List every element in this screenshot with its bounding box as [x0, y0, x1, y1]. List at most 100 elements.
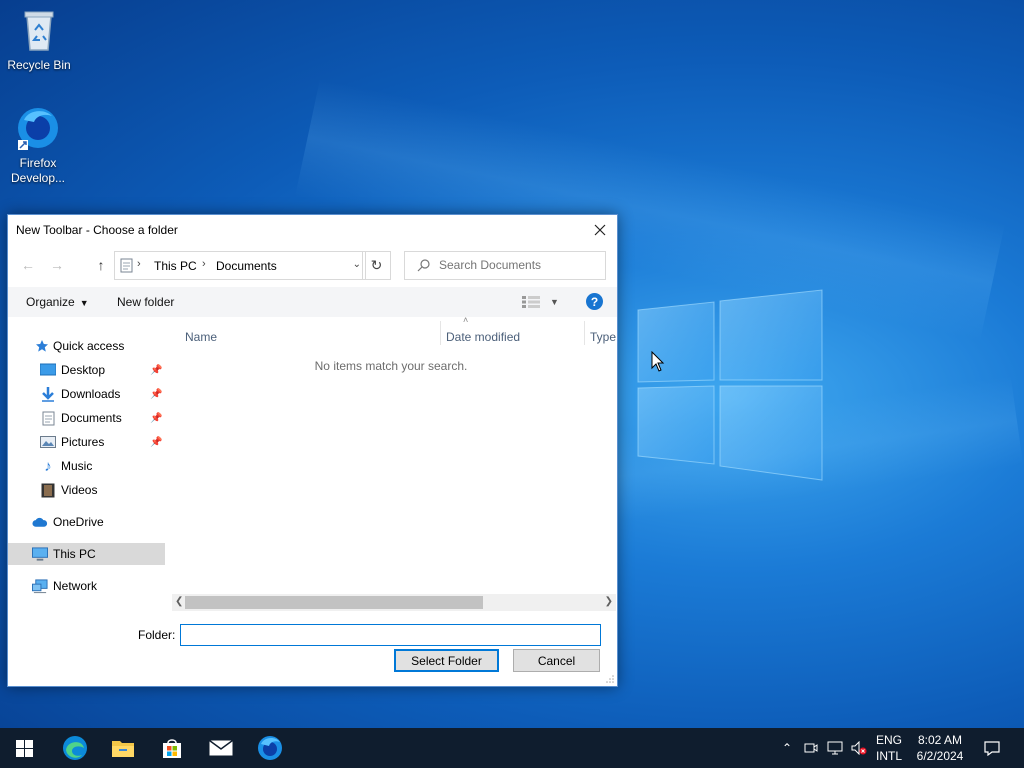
documents-icon — [120, 258, 133, 276]
sidebar-item-music[interactable]: ♪ Music — [8, 455, 165, 477]
refresh-button[interactable]: ↻ — [362, 251, 391, 280]
column-divider[interactable] — [440, 321, 441, 345]
sidebar-item-network[interactable]: Network — [8, 575, 165, 597]
desktop-icon-label: Firefox Develop... — [10, 156, 66, 185]
action-center-button[interactable] — [977, 728, 1007, 768]
column-divider[interactable] — [584, 321, 585, 345]
tray-meet-now-button[interactable] — [801, 728, 821, 768]
column-header-date-modified[interactable]: Date modified — [446, 330, 520, 354]
taskbar-file-explorer-button[interactable] — [99, 728, 147, 768]
column-header-name[interactable]: Name — [185, 330, 217, 354]
desktop-icon-recycle-bin[interactable]: Recycle Bin — [1, 6, 77, 73]
notification-icon — [984, 740, 1000, 756]
tray-volume-button[interactable] — [849, 728, 869, 768]
search-box[interactable] — [404, 251, 606, 280]
resize-grip-icon[interactable] — [605, 674, 615, 684]
chevron-down-icon[interactable]: ⌄ — [353, 259, 361, 270]
windows-start-icon — [15, 739, 33, 757]
view-options-button[interactable]: ▼ — [522, 293, 566, 311]
sort-ascending-icon: ˄ — [463, 315, 469, 325]
desktop-icon-firefox-developer[interactable]: Firefox Develop... — [0, 104, 76, 186]
cancel-button[interactable]: Cancel — [513, 649, 600, 672]
file-explorer-icon — [112, 741, 134, 757]
organize-label: Organize — [26, 295, 75, 309]
choose-folder-dialog: New Toolbar - Choose a folder ← → ↑ › Th… — [7, 214, 618, 687]
desktop-icon-label: Recycle Bin — [7, 58, 71, 72]
search-icon — [417, 259, 430, 275]
computer-icon — [32, 546, 48, 562]
mail-envelope-icon — [209, 740, 233, 756]
star-icon — [34, 338, 50, 354]
show-hidden-icons-button[interactable]: ⌃ — [777, 728, 797, 768]
tray-input-language-button[interactable]: ENG INTL — [871, 728, 907, 768]
select-folder-button[interactable]: Select Folder — [394, 649, 499, 672]
caret-down-icon: ▼ — [79, 298, 89, 308]
scroll-left-icon[interactable]: ❮ — [175, 596, 183, 607]
sidebar-item-quick-access[interactable]: Quick access — [8, 335, 165, 357]
sidebar-item-documents[interactable]: Documents 📌 — [8, 407, 165, 429]
dialog-titlebar[interactable]: New Toolbar - Choose a folder — [8, 215, 617, 245]
scrollbar-thumb[interactable] — [185, 596, 483, 609]
address-crumb-documents[interactable]: Documents — [216, 259, 277, 273]
tray-clock-button[interactable]: 8:02 AM 6/2/2024 — [911, 728, 969, 768]
forward-button[interactable]: → — [46, 255, 68, 275]
sidebar-item-label: Videos — [61, 483, 98, 497]
videos-icon — [40, 482, 56, 498]
address-crumb-this-pc[interactable]: This PC — [154, 259, 197, 273]
horizontal-scrollbar[interactable]: ❮ ❯ — [172, 594, 616, 611]
caret-down-icon: ▼ — [550, 297, 559, 307]
windows-logo-wallpaper — [637, 289, 823, 481]
cloud-icon — [32, 514, 48, 530]
taskbar-firefox-developer-button[interactable] — [246, 728, 294, 768]
search-input[interactable] — [439, 258, 599, 272]
keyboard-layout-label: INTL — [875, 749, 902, 763]
file-list: ˄ Name Date modified Type No items match… — [165, 315, 617, 603]
scroll-right-icon[interactable]: ❯ — [605, 596, 613, 607]
sidebar-item-onedrive[interactable]: OneDrive — [8, 511, 165, 533]
network-status-icon — [827, 741, 843, 755]
sidebar-item-label: Documents — [61, 411, 122, 425]
sidebar-item-this-pc[interactable]: This PC — [8, 543, 165, 565]
new-folder-button[interactable]: New folder — [117, 295, 174, 309]
chevron-right-icon: › — [137, 258, 141, 270]
edge-browser-icon — [63, 736, 87, 760]
sidebar-item-pictures[interactable]: Pictures 📌 — [8, 431, 165, 453]
sidebar-item-label: Desktop — [61, 363, 106, 377]
firefox-developer-icon — [258, 736, 282, 760]
column-header-type[interactable]: Type — [590, 330, 616, 354]
pin-icon: 📌 — [150, 412, 163, 424]
pin-icon: 📌 — [150, 388, 163, 400]
address-bar[interactable]: › This PC › Documents ⌄ — [114, 251, 366, 280]
taskbar-store-button[interactable] — [148, 728, 196, 768]
back-button[interactable]: ← — [17, 255, 39, 275]
music-note-icon: ♪ — [44, 457, 52, 475]
volume-muted-icon — [851, 741, 867, 755]
recycle-bin-icon — [15, 6, 63, 54]
back-arrow-icon: ← — [21, 257, 35, 273]
help-icon: ? — [590, 294, 599, 309]
forward-arrow-icon: → — [50, 257, 64, 273]
chevron-right-icon: › — [202, 258, 206, 270]
taskbar-mail-button[interactable] — [197, 728, 245, 768]
desktop-icon — [40, 362, 56, 378]
close-icon — [594, 224, 606, 236]
organize-button[interactable]: Organize ▼ — [26, 295, 89, 309]
tray-network-button[interactable] — [825, 728, 845, 768]
pin-icon: 📌 — [150, 364, 163, 376]
taskbar-edge-button[interactable] — [51, 728, 99, 768]
help-button[interactable]: ? — [586, 293, 603, 310]
download-arrow-icon — [40, 386, 56, 402]
sidebar-item-downloads[interactable]: Downloads 📌 — [8, 383, 165, 405]
command-bar: Organize ▼ New folder ▼ ? — [8, 287, 617, 317]
close-button[interactable] — [583, 215, 617, 245]
start-button[interactable] — [0, 728, 48, 768]
sidebar-item-videos[interactable]: Videos — [8, 479, 165, 501]
sidebar-item-desktop[interactable]: Desktop 📌 — [8, 359, 165, 381]
up-button[interactable]: ↑ — [90, 255, 112, 275]
folder-input[interactable] — [180, 624, 601, 646]
language-label: ENG — [875, 733, 902, 747]
view-details-icon — [522, 296, 540, 308]
network-icon — [32, 578, 48, 594]
sidebar-item-label: Music — [61, 459, 93, 473]
refresh-icon: ↻ — [370, 257, 383, 273]
